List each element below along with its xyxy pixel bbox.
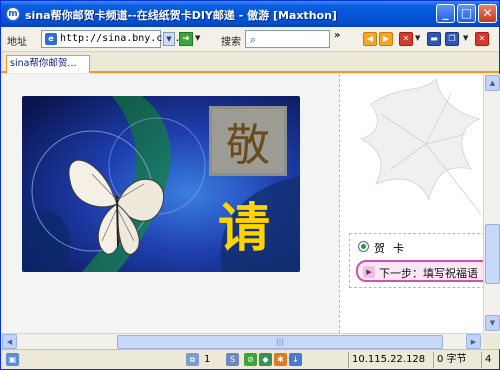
go-dropdown-icon[interactable]: ▼ xyxy=(195,34,200,42)
scroll-up-icon[interactable]: ▲ xyxy=(485,75,500,91)
network-icon[interactable]: S xyxy=(226,353,239,366)
close-button[interactable]: ✕ xyxy=(478,4,497,23)
plugin-icon[interactable]: ✱ xyxy=(274,353,287,366)
card-artwork: 敬 请 xyxy=(22,96,300,272)
minimize-icon: _ xyxy=(442,6,449,20)
horizontal-scroll-thumb[interactable]: ||| xyxy=(117,335,443,349)
address-label: 地址 xyxy=(7,37,27,48)
address-dropdown-button[interactable]: ▼ xyxy=(163,32,175,46)
vertical-scroll-thumb[interactable] xyxy=(485,224,500,284)
go-arrow-icon: ➜ xyxy=(182,34,190,44)
page-content: 敬 请 贺卡 ▶ 下一步：填写祝福语 xyxy=(1,74,499,333)
card-type-box: 贺卡 ▶ 下一步：填写祝福语 xyxy=(349,233,490,288)
forward-icon[interactable]: ▶ xyxy=(379,32,393,46)
maximize-icon: □ xyxy=(460,6,473,20)
address-bar[interactable]: e http://sina.bny.com. xyxy=(41,30,180,48)
bytes-received: 0 字节 xyxy=(433,352,478,368)
window-icon[interactable]: ❐ xyxy=(445,32,459,46)
go-button[interactable]: ➜ xyxy=(179,32,193,46)
maxthon-app-icon[interactable]: m xyxy=(5,6,21,22)
popup-blocker-icon[interactable]: ⊘ xyxy=(244,353,257,366)
card-char-top: 敬 xyxy=(226,120,270,171)
tab-count: 1 xyxy=(204,354,211,365)
panel-divider xyxy=(339,74,340,333)
address-toolbar: 地址 e http://sina.bny.com. ▼ ➜ ▼ 搜索 ⌕ » ◀… xyxy=(1,27,499,52)
search-input[interactable]: ⌕ xyxy=(245,30,330,48)
next-step-button[interactable]: ▶ 下一步：填写祝福语 xyxy=(356,260,490,282)
maple-leaf-decoration xyxy=(359,77,482,215)
search-magnifier-icon: ⌕ xyxy=(250,33,257,46)
status-bar: ▣ ⧉ 1 S ⊘ ◆ ✱ ↓ 10.115.22.128 0 字节 4 xyxy=(1,349,499,369)
card-type-label: 贺卡 xyxy=(374,242,412,255)
radio-selected-icon[interactable] xyxy=(358,241,369,252)
greeting-card-image[interactable]: 敬 请 xyxy=(22,96,300,272)
tab-sina[interactable]: sina帮你邮贺... xyxy=(6,55,90,73)
scrollbar-corner xyxy=(483,333,500,349)
scroll-left-icon[interactable]: ◀ xyxy=(2,334,17,349)
minimize-page-icon[interactable]: ▬ xyxy=(427,32,441,46)
scroll-right-icon[interactable]: ▶ xyxy=(466,334,481,349)
download-icon[interactable]: ↓ xyxy=(289,353,302,366)
minimize-button[interactable]: _ xyxy=(436,4,455,23)
next-step-label: 下一步：填写祝福语 xyxy=(379,267,478,280)
stop-dropdown-icon[interactable]: ▼ xyxy=(415,34,420,42)
vertical-scrollbar[interactable]: ▲ ▼ xyxy=(483,74,500,333)
toolbar-overflow-chevron[interactable]: » xyxy=(334,30,340,41)
server-ip: 10.115.22.128 xyxy=(348,352,430,368)
status-last-cell: 4 xyxy=(481,352,497,368)
back-icon[interactable]: ◀ xyxy=(363,32,377,46)
close-tab-icon[interactable]: ✕ xyxy=(475,32,489,46)
browser-window: m sina帮你邮贺卡频道--在线纸贺卡DIY邮递 - 傲游 [Maxthon]… xyxy=(0,0,500,370)
page-status-icon[interactable]: ▣ xyxy=(6,353,19,366)
security-icon[interactable]: ◆ xyxy=(259,353,272,366)
close-icon: ✕ xyxy=(482,6,493,20)
title-bar: m sina帮你邮贺卡频道--在线纸贺卡DIY邮递 - 傲游 [Maxthon]… xyxy=(1,1,499,27)
next-arrow-icon: ▶ xyxy=(363,266,375,278)
maximize-button[interactable]: □ xyxy=(457,4,476,23)
scroll-down-icon[interactable]: ▼ xyxy=(485,315,500,331)
tab-strip: sina帮你邮贺... xyxy=(1,52,499,73)
search-label: 搜索 xyxy=(221,37,241,48)
window-title: sina帮你邮贺卡频道--在线纸贺卡DIY邮递 - 傲游 [Maxthon] xyxy=(25,9,337,22)
window-dropdown-icon[interactable]: ▼ xyxy=(463,34,468,42)
card-options-panel: 贺卡 ▶ 下一步：填写祝福语 xyxy=(341,74,490,333)
card-char-main: 请 xyxy=(218,199,270,259)
page-icon: e xyxy=(45,33,57,45)
stop-icon[interactable]: ✕ xyxy=(399,32,413,46)
horizontal-scrollbar[interactable]: ◀ ||| ▶ xyxy=(1,333,483,349)
tabs-count-icon[interactable]: ⧉ xyxy=(186,353,199,366)
